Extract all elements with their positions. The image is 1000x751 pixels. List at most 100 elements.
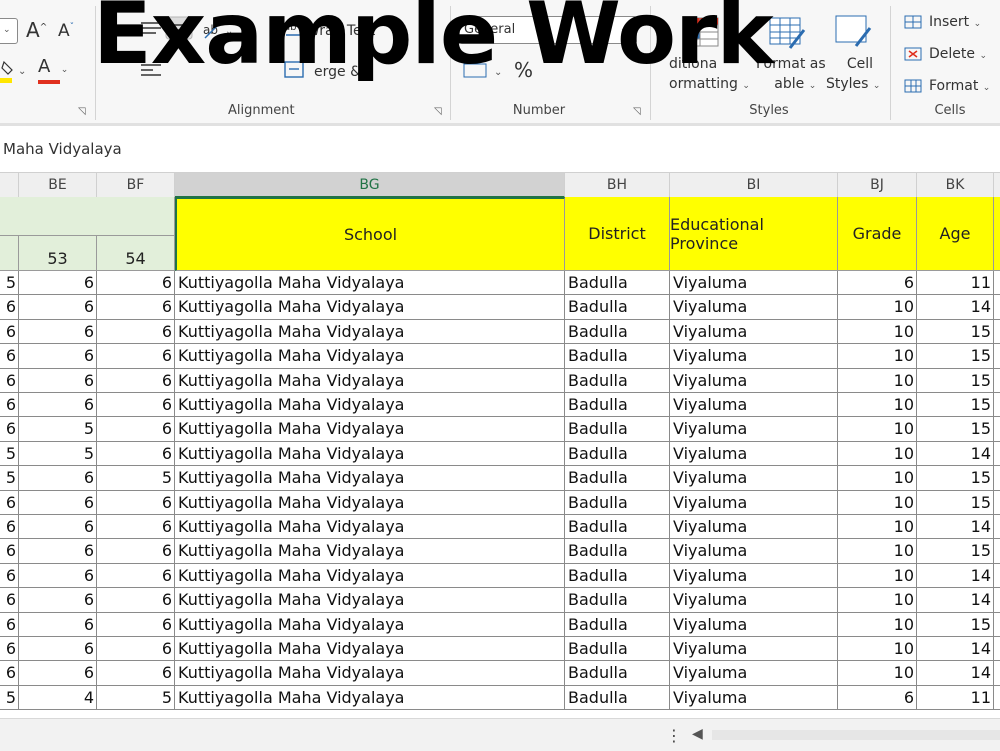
column-header-bg[interactable]: BG [175,173,565,198]
cell-partial[interactable] [994,686,1000,711]
cell-bf[interactable]: 6 [97,539,175,564]
header-cell-bf[interactable]: 54 [97,235,175,271]
cell-partial[interactable] [994,515,1000,540]
cell-grade[interactable]: 10 [838,466,917,491]
format-cells-icon[interactable] [904,78,924,98]
cell-province[interactable]: Viyaluma [670,466,838,491]
cell-school[interactable]: Kuttiyagolla Maha Vidyalaya [175,661,565,686]
cell-partial[interactable] [994,369,1000,393]
cell-province[interactable]: Viyaluma [670,612,838,637]
cell-bf[interactable]: 6 [97,295,175,320]
cell-province[interactable]: Viyaluma [670,271,838,296]
increase-font-icon[interactable]: A^ [26,18,47,42]
cell-age[interactable]: 15 [917,393,994,418]
header-cell-be[interactable]: 53 [19,235,97,271]
cell-district[interactable]: Badulla [565,685,670,711]
delete-label[interactable]: Delete ⌄ [929,46,987,62]
cell-age[interactable]: 14 [917,515,994,540]
cell-school[interactable]: Kuttiyagolla Maha Vidyalaya [175,612,565,637]
cell-province[interactable]: Viyaluma [670,661,838,686]
dialog-launcher-icon[interactable]: ◹ [434,106,442,117]
formula-bar-value[interactable]: Maha Vidyalaya [3,140,122,158]
insert-cells-icon[interactable] [904,14,924,34]
cell-province[interactable]: Viyaluma [670,319,838,345]
cell-be[interactable]: 6 [19,515,97,540]
cell-bf[interactable]: 6 [97,319,175,345]
dialog-launcher-icon[interactable]: ◹ [633,106,641,117]
cell-school[interactable]: Kuttiyagolla Maha Vidyalaya [175,466,565,491]
cell-be[interactable]: 6 [19,344,97,369]
cell-prev[interactable]: 6 [0,637,19,662]
cell-be[interactable]: 6 [19,295,97,320]
cell-prev[interactable]: 6 [0,295,19,320]
header-cell-grade[interactable]: Grade [838,197,917,271]
cell-grade[interactable]: 10 [838,637,917,662]
cell-grade[interactable]: 10 [838,441,917,467]
cell-be[interactable]: 6 [19,466,97,491]
cell-prev[interactable]: 5 [0,685,19,711]
highlight-icon[interactable]: ⌄ [0,58,28,88]
cell-prev[interactable]: 5 [0,466,19,491]
cell-district[interactable]: Badulla [565,539,670,564]
cell-age[interactable]: 14 [917,441,994,467]
cell-province[interactable]: Viyaluma [670,393,838,418]
cell-prev[interactable]: 6 [0,515,19,540]
cell-be[interactable]: 5 [19,441,97,467]
cell-partial[interactable] [994,295,1000,320]
cell-prev[interactable]: 6 [0,539,19,564]
column-header[interactable] [994,173,1000,198]
format-as-table-icon[interactable] [768,16,808,56]
cell-grade[interactable]: 10 [838,344,917,369]
cell-grade[interactable]: 10 [838,295,917,320]
decrease-font-icon[interactable]: Aˇ [58,21,74,41]
cell-district[interactable]: Badulla [565,319,670,345]
cell-be[interactable]: 6 [19,393,97,418]
cell-prev[interactable]: 6 [0,588,19,613]
header-cell-next[interactable] [994,197,1000,271]
cell-bf[interactable]: 6 [97,271,175,296]
cell-be[interactable]: 6 [19,661,97,686]
cell-partial[interactable] [994,613,1000,637]
cell-bf[interactable]: 6 [97,612,175,637]
header-cell-prev[interactable] [0,235,19,271]
cell-district[interactable]: Badulla [565,661,670,686]
cell-province[interactable]: Viyaluma [670,588,838,613]
cell-province[interactable]: Viyaluma [670,539,838,564]
cell-grade[interactable]: 10 [838,661,917,686]
cell-age[interactable]: 15 [917,319,994,345]
cell-district[interactable]: Badulla [565,344,670,369]
cell-bf[interactable]: 6 [97,393,175,418]
column-header-bf[interactable]: BF [97,173,175,198]
cell-bf[interactable]: 6 [97,368,175,393]
cell-age[interactable]: 15 [917,612,994,637]
cell-province[interactable]: Viyaluma [670,417,838,442]
cell-be[interactable]: 6 [19,490,97,515]
cell-grade[interactable]: 10 [838,319,917,345]
cell-partial[interactable] [994,320,1000,345]
cell-district[interactable]: Badulla [565,490,670,515]
cell-bf[interactable]: 6 [97,441,175,467]
cell-province[interactable]: Viyaluma [670,637,838,662]
cell-bf[interactable]: 6 [97,637,175,662]
column-header-be[interactable]: BE [19,173,97,198]
cell-age[interactable]: 14 [917,637,994,662]
cell-prev[interactable]: 6 [0,368,19,393]
cell-prev[interactable]: 6 [0,417,19,442]
cell-prev[interactable]: 6 [0,661,19,686]
cell-age[interactable]: 14 [917,588,994,613]
cell-age[interactable]: 15 [917,368,994,393]
cell-prev[interactable]: 6 [0,344,19,369]
cell-bf[interactable]: 6 [97,588,175,613]
cell-be[interactable]: 4 [19,685,97,711]
cell-district[interactable]: Badulla [565,368,670,393]
cell-province[interactable]: Viyaluma [670,441,838,467]
cell-province[interactable]: Viyaluma [670,295,838,320]
dialog-launcher-icon[interactable]: ◹ [78,106,86,117]
column-header-bh[interactable]: BH [565,173,670,198]
cell-partial[interactable] [994,588,1000,613]
cell-grade[interactable]: 10 [838,563,917,589]
cell-district[interactable]: Badulla [565,466,670,491]
column-header-bj[interactable]: BJ [838,173,917,198]
cell-age[interactable]: 15 [917,539,994,564]
cell-prev[interactable]: 6 [0,563,19,589]
